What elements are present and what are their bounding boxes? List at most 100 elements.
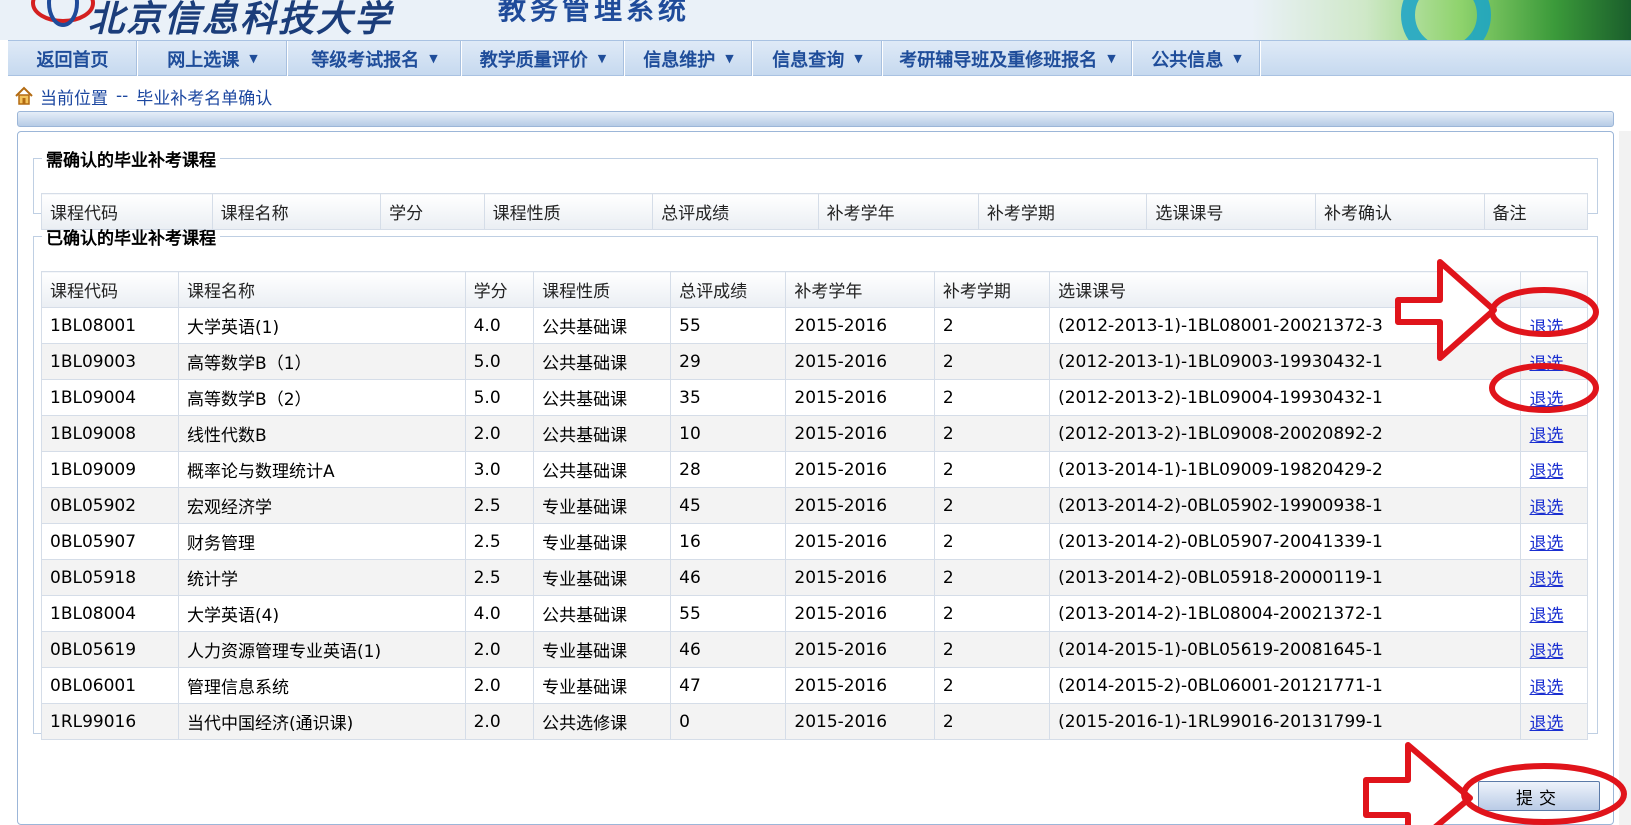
table-cell: (2012-2013-2)-1BL09008-20020892-2 xyxy=(1049,415,1522,452)
table-cell: 16 xyxy=(670,523,787,560)
withdraw-link[interactable]: 退选 xyxy=(1529,318,1563,338)
breadcrumb-separator: -- xyxy=(116,86,129,106)
table-cell: 2015-2016 xyxy=(785,523,935,560)
table-cell: 4.0 xyxy=(464,307,535,344)
table-cell: 1BL08004 xyxy=(40,595,180,632)
table-cell: 线性代数B xyxy=(178,415,466,452)
main-nav: 返回首页 网上选课 ▼ 等级考试报名 ▼ 教学质量评价 ▼ 信息维护 ▼ 信息查询 ▼ 考研辅导班及重… xyxy=(8,40,1631,76)
site-header: 北京信息科技大学 教务管理系统 xyxy=(0,0,1631,40)
table-cell: 2.5 xyxy=(464,523,535,560)
table-cell: 5.0 xyxy=(464,379,535,416)
table-cell: 2 xyxy=(933,415,1051,452)
table-cell: (2014-2015-2)-0BL06001-20121771-1 xyxy=(1049,667,1522,704)
table-cell: 高等数学B（1） xyxy=(178,343,466,380)
table-cell: 1BL09009 xyxy=(40,451,180,488)
table-cell: 2015-2016 xyxy=(785,451,935,488)
action-cell: 退选 xyxy=(1520,703,1588,740)
table-row: 1BL09009 概率论与数理统计A 3.0 公共基础课 28 2015-2016 2 (20… xyxy=(40,451,1588,488)
table-cell: 2 xyxy=(933,451,1051,488)
action-cell: 退选 xyxy=(1520,379,1588,416)
table-cell: (2013-2014-2)-0BL05907-20041339-1 xyxy=(1049,523,1522,560)
withdraw-link[interactable]: 退选 xyxy=(1529,462,1563,482)
breadcrumb-current-label[interactable]: 当前位置 xyxy=(40,84,108,109)
table-row: 1BL09008 线性代数B 2.0 公共基础课 10 2015-2016 2 (2012-2… xyxy=(40,415,1588,452)
confirmed-column-header: 补考学期 xyxy=(933,271,1051,308)
confirmed-column-header: 补考学年 xyxy=(785,271,935,308)
withdraw-link[interactable]: 退选 xyxy=(1529,354,1563,374)
table-cell: 统计学 xyxy=(178,559,466,596)
withdraw-link[interactable]: 退选 xyxy=(1529,498,1563,518)
school-name: 北京信息科技大学 xyxy=(88,0,393,40)
submit-button[interactable]: 提交 xyxy=(1478,781,1600,811)
withdraw-link[interactable]: 退选 xyxy=(1529,570,1563,590)
action-cell: 退选 xyxy=(1520,667,1588,704)
table-cell: 45 xyxy=(670,487,787,524)
table-row: 1BL09003 高等数学B（1） 5.0 公共基础课 29 2015-2016 2 (201… xyxy=(40,343,1588,380)
table-cell: 专业基础课 xyxy=(533,559,672,596)
nav-item[interactable]: 等级考试报名 ▼ xyxy=(288,41,462,76)
chevron-down-icon: ▼ xyxy=(1233,52,1242,65)
withdraw-link[interactable]: 退选 xyxy=(1529,534,1563,554)
table-row: 0BL05619 人力资源管理专业英语(1) 2.0 专业基础课 46 2015-2016… xyxy=(40,631,1588,668)
withdraw-link[interactable]: 退选 xyxy=(1529,678,1563,698)
table-cell: 2 xyxy=(933,631,1051,668)
table-row: 0BL05902 宏观经济学 2.5 专业基础课 45 2015-2016 2 (2013-2… xyxy=(40,487,1588,524)
table-cell: 专业基础课 xyxy=(533,523,672,560)
withdraw-link[interactable]: 退选 xyxy=(1529,426,1563,446)
table-cell: 公共基础课 xyxy=(533,415,672,452)
chevron-down-icon: ▼ xyxy=(249,52,258,65)
nav-item-label: 教学质量评价 xyxy=(479,49,588,71)
table-cell: 概率论与数理统计A xyxy=(178,451,466,488)
table-cell: 0BL05619 xyxy=(40,631,180,668)
action-cell: 退选 xyxy=(1520,343,1588,380)
table-cell: 专业基础课 xyxy=(533,667,672,704)
breadcrumb: 当前位置 -- 毕业补考名单确认 xyxy=(14,84,272,109)
table-cell: 1BL09003 xyxy=(40,343,180,380)
withdraw-link[interactable]: 退选 xyxy=(1529,714,1563,734)
confirmed-column-header: 课程性质 xyxy=(533,271,672,308)
system-name: 教务管理系统 xyxy=(498,0,691,26)
nav-item[interactable]: 公共信息 ▼ xyxy=(1133,41,1261,76)
nav-item[interactable]: 信息维护 ▼ xyxy=(625,41,753,76)
withdraw-link[interactable]: 退选 xyxy=(1529,642,1563,662)
nav-item[interactable]: 网上选课 ▼ xyxy=(138,41,288,76)
confirmed-column-header xyxy=(1520,271,1588,308)
withdraw-link[interactable]: 退选 xyxy=(1529,606,1563,626)
table-cell: 46 xyxy=(670,631,787,668)
table-cell: 0BL05907 xyxy=(40,523,180,560)
table-cell: 公共基础课 xyxy=(533,595,672,632)
table-cell: 2.5 xyxy=(464,559,535,596)
table-cell: 2 xyxy=(933,343,1051,380)
confirmed-column-header: 选课课号 xyxy=(1049,271,1522,308)
table-cell: 1BL09004 xyxy=(40,379,180,416)
table-cell: 2.0 xyxy=(464,703,535,740)
nav-item[interactable]: 教学质量评价 ▼ xyxy=(462,41,625,76)
nav-item[interactable]: 考研辅导班及重修班报名 ▼ xyxy=(883,41,1133,76)
table-cell: 2 xyxy=(933,595,1051,632)
table-cell: 0BL05918 xyxy=(40,559,180,596)
action-cell: 退选 xyxy=(1520,559,1588,596)
table-cell: 2015-2016 xyxy=(785,379,935,416)
table-cell: 大学英语(1) xyxy=(178,307,466,344)
pending-courses-section: 需确认的毕业补考课程 课程代码 课程名称 学分 课程性质 总评成绩 补考学年 补考学期 选课课… xyxy=(33,146,1598,230)
table-cell: 1RL99016 xyxy=(40,703,180,740)
pending-courses-legend: 需确认的毕业补考课程 xyxy=(46,151,216,171)
table-cell: 2 xyxy=(933,379,1051,416)
header-ring-decoration xyxy=(1401,0,1491,40)
table-row: 1RL99016 当代中国经济(通识课) 2.0 公共选修课 0 2015-2016 2 (2… xyxy=(40,703,1588,740)
table-cell: 2 xyxy=(933,703,1051,740)
confirmed-courses-table: 课程代码 课程名称 学分 课程性质 总评成绩 补考学年 补考学期 选课课号 1BL08001 大… xyxy=(40,271,1588,740)
nav-item[interactable]: 返回首页 xyxy=(8,41,138,76)
table-cell: 28 xyxy=(670,451,787,488)
table-cell: 财务管理 xyxy=(178,523,466,560)
chevron-down-icon: ▼ xyxy=(429,52,438,65)
home-icon xyxy=(15,86,33,105)
nav-item-label: 信息查询 xyxy=(772,49,845,71)
nav-item[interactable]: 信息查询 ▼ xyxy=(753,41,883,76)
action-cell: 退选 xyxy=(1520,523,1588,560)
withdraw-link[interactable]: 退选 xyxy=(1529,390,1563,410)
table-cell: 2015-2016 xyxy=(785,595,935,632)
vertical-scrollbar[interactable] xyxy=(1619,131,1631,825)
nav-item-label: 返回首页 xyxy=(36,49,109,71)
table-row: 0BL05907 财务管理 2.5 专业基础课 16 2015-2016 2 (2013-20… xyxy=(40,523,1588,560)
